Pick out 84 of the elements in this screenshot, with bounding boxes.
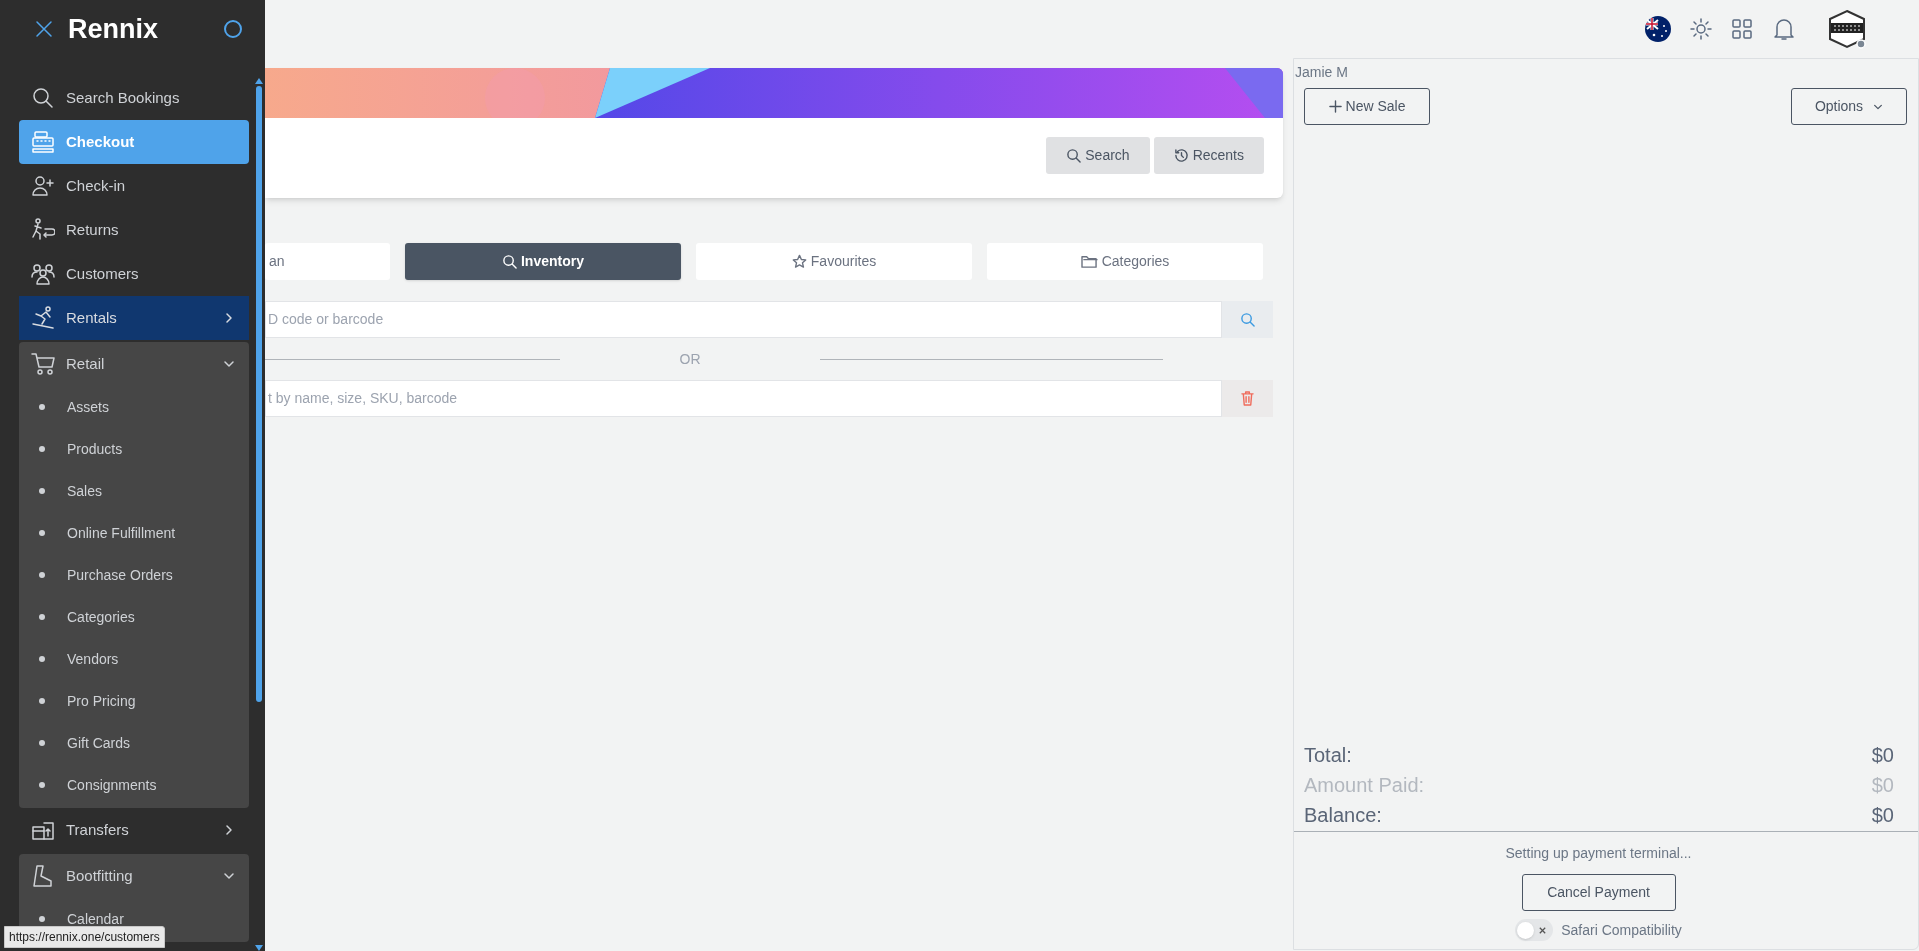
bullet-icon: [39, 740, 45, 746]
search-icon: [1240, 312, 1255, 327]
bullet-icon: [39, 488, 45, 494]
cash-register-icon: [31, 130, 55, 154]
bell-icon[interactable]: [1773, 17, 1795, 41]
total-value: $0: [1871, 743, 1895, 768]
total-value: $0: [1871, 803, 1895, 828]
sidebar-item[interactable]: Rentals: [19, 296, 249, 340]
bullet-icon: [39, 404, 45, 410]
submenu-item[interactable]: Sales: [67, 480, 103, 502]
status-message: Setting up payment terminal...: [1505, 844, 1692, 863]
status-circle-icon: [223, 19, 243, 39]
scrollbar[interactable]: [255, 78, 263, 951]
person-return-icon: [31, 218, 55, 242]
submenu-item[interactable]: Consignments: [67, 774, 157, 796]
options-button[interactable]: Options: [1791, 88, 1907, 125]
brand-name: Rennix: [68, 12, 159, 46]
submenu-item[interactable]: Vendors: [67, 648, 119, 670]
barcode-input[interactable]: D code or barcode: [265, 301, 1222, 338]
toggle-switch[interactable]: [1515, 919, 1554, 941]
submenu-item[interactable]: Online Fulfillment: [67, 522, 176, 544]
sidebar-item[interactable]: Search Bookings: [19, 76, 249, 120]
submenu-item[interactable]: Gift Cards: [67, 732, 130, 754]
chevron-right-icon: [223, 824, 235, 836]
total-label: Balance:: [1304, 803, 1382, 828]
bullet-icon: [39, 530, 45, 536]
total-label: Total:: [1304, 743, 1352, 768]
close-icon[interactable]: [34, 19, 54, 39]
sidebar-item[interactable]: Check-in: [19, 164, 249, 208]
submenu-item[interactable]: Pro Pricing: [67, 690, 136, 712]
product-search-input[interactable]: t by name, size, SKU, barcode: [265, 380, 1222, 417]
toggle-label: Safari Compatibility: [1561, 920, 1682, 940]
bullet-icon: [39, 782, 45, 788]
submenu-item[interactable]: Assets: [67, 396, 109, 418]
scroll-up-icon[interactable]: [255, 78, 263, 84]
plus-icon: [1328, 100, 1342, 113]
flag-icon[interactable]: [1645, 16, 1671, 42]
total-label: Amount Paid:: [1304, 773, 1425, 798]
submenu-item[interactable]: Categories: [67, 606, 135, 628]
sidebar-item[interactable]: Customers: [19, 252, 249, 296]
tab[interactable]: Inventory: [405, 243, 681, 280]
search-button[interactable]: Search: [1046, 137, 1150, 174]
cart-icon: [31, 352, 55, 376]
tab[interactable]: Categories: [987, 243, 1263, 280]
tab[interactable]: an: [265, 243, 390, 280]
submenu-item[interactable]: Purchase Orders: [67, 564, 173, 586]
bullet-icon: [39, 572, 45, 578]
submenu-item[interactable]: Products: [67, 438, 123, 460]
bullet-icon: [39, 916, 45, 922]
bullet-icon: [39, 656, 45, 662]
divider-label: OR: [678, 349, 702, 369]
chevron-right-icon: [223, 312, 235, 324]
sidebar-item[interactable]: Transfers: [19, 808, 249, 852]
chevron-down-icon: [223, 870, 235, 882]
boot-icon: [31, 864, 55, 888]
history-icon: [1173, 148, 1189, 163]
folder-icon: [1080, 254, 1098, 269]
sidebar-item[interactable]: Bootfitting: [19, 854, 249, 898]
recents-button[interactable]: Recents: [1153, 137, 1264, 174]
bullet-icon: [39, 698, 45, 704]
cancel-payment-button[interactable]: Cancel Payment: [1521, 874, 1676, 911]
account-logo-icon[interactable]: [1827, 9, 1867, 49]
tab[interactable]: Favourites: [696, 243, 972, 280]
star-icon: [791, 254, 807, 269]
new-sale-button[interactable]: New Sale: [1304, 88, 1430, 125]
bullet-icon: [39, 614, 45, 620]
scroll-down-icon[interactable]: [255, 945, 263, 951]
status-tooltip: https://rennix.one/customers: [4, 926, 165, 948]
bullet-icon: [39, 446, 45, 452]
skier-icon: [31, 306, 55, 330]
users-icon: [31, 262, 55, 286]
user-name: Jamie M: [1294, 63, 1349, 82]
user-plus-icon: [31, 174, 55, 198]
apps-grid-icon[interactable]: [1731, 18, 1753, 40]
total-value: $0: [1871, 773, 1895, 798]
trash-icon: [1241, 391, 1254, 406]
sidebar-item[interactable]: Returns: [19, 208, 249, 252]
sidebar-item[interactable]: Retail: [19, 342, 249, 386]
chevron-down-icon: [223, 358, 235, 370]
search-icon: [502, 254, 517, 269]
sun-icon[interactable]: [1689, 17, 1713, 41]
search-icon: [1066, 148, 1082, 163]
search-icon: [31, 86, 55, 110]
off-x-icon: [1538, 925, 1548, 935]
